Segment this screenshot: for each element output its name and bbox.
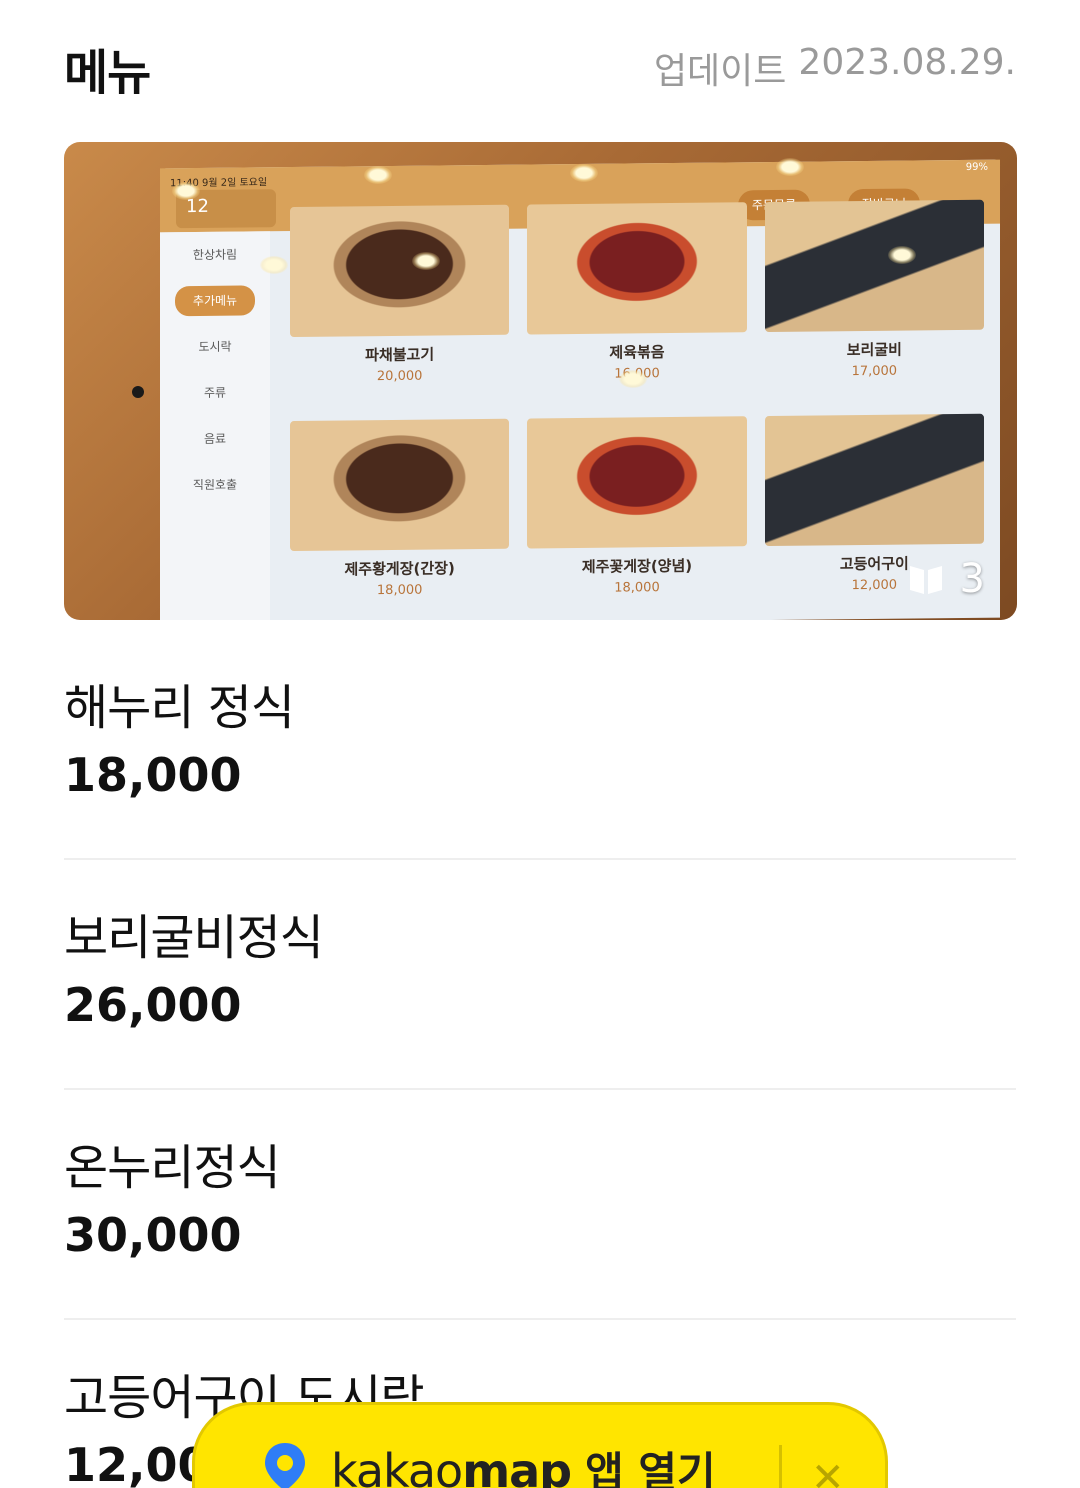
- kakaomap-label: kakaomap 앱 열기: [331, 1439, 716, 1488]
- tablet-category: 직원호출: [192, 477, 238, 493]
- open-app-text: 앱 열기: [585, 1448, 716, 1488]
- light-reflection: [412, 252, 440, 270]
- dish-image: [527, 202, 747, 335]
- dish-name: 제주꽃게장(양념): [581, 556, 693, 576]
- dish-name: 보리굴비: [846, 340, 902, 360]
- dish-name: 제주황게장(간장): [344, 559, 455, 579]
- dish-image: [290, 204, 510, 338]
- tablet-dish: 제주꽃게장(양념) 18,000: [527, 416, 747, 620]
- open-kakaomap-app-button[interactable]: kakaomap 앱 열기 ✕: [192, 1402, 888, 1488]
- tablet-camera: [132, 386, 144, 398]
- light-reflection: [888, 246, 916, 264]
- divider: [779, 1445, 782, 1488]
- menu-header: 메뉴 업데이트 2023.08.29.: [64, 36, 1016, 101]
- dish-image: [290, 418, 510, 552]
- tablet-category-active: 추가메뉴: [160, 277, 270, 324]
- tablet-category: 한상차림: [192, 247, 238, 263]
- light-reflection: [570, 164, 598, 182]
- update-info: 업데이트 2023.08.29.: [654, 42, 1016, 94]
- tablet-battery: 99%: [965, 161, 988, 173]
- menu-item: 보리굴비정식 26,000: [64, 860, 1016, 1090]
- dish-price: 18,000: [376, 582, 423, 599]
- menu-photo[interactable]: 11:40 9월 2일 토요일 12 99% 주문목록 장바구니 한상차림 추가…: [64, 142, 1017, 620]
- tablet-category: 도시락: [198, 339, 232, 354]
- light-reflection: [776, 158, 804, 176]
- tablet-dish: 제주황게장(간장) 18,000: [290, 418, 510, 620]
- dish-price: 18,000: [614, 580, 660, 596]
- page-title: 메뉴: [64, 45, 151, 101]
- dish-image: [764, 199, 984, 333]
- menu-item-name: 보리굴비정식: [64, 910, 324, 966]
- light-reflection: [172, 182, 200, 200]
- tablet-screen: 11:40 9월 2일 토요일 12 99% 주문목록 장바구니 한상차림 추가…: [160, 159, 1000, 620]
- book-icon: [909, 566, 942, 594]
- menu-item-price: 26,000: [64, 978, 242, 1032]
- tablet-dish-grid: 파채불고기 20,000 제육볶음 16,000 보리굴비 17,000 제주황…: [290, 199, 984, 620]
- menu-item: 온누리정식 30,000: [64, 1090, 1016, 1320]
- dish-name: 고등어구이: [839, 554, 909, 574]
- dish-name: 파채불고기: [365, 345, 435, 365]
- menu-list: 해누리 정식 18,000 보리굴비정식 26,000 온누리정식 30,000…: [64, 630, 1016, 1488]
- tablet-dish: 보리굴비 17,000: [764, 199, 984, 406]
- dish-price: 17,000: [851, 363, 898, 380]
- dish-price: 12,000: [851, 577, 898, 594]
- dish-name: 제육볶음: [609, 343, 665, 362]
- update-date: 2023.08.29.: [798, 42, 1016, 83]
- page: 메뉴 업데이트 2023.08.29. 11:40 9월 2일 토요일 12 9…: [0, 0, 1080, 1488]
- kakaomap-brand: kakaomap: [331, 1444, 572, 1488]
- map-pin-icon: [265, 1443, 305, 1488]
- tablet-dish: 파채불고기 20,000: [290, 204, 510, 411]
- light-reflection: [364, 166, 392, 184]
- tablet-category: 주류: [203, 385, 227, 400]
- update-label: 업데이트: [653, 51, 787, 92]
- close-icon[interactable]: ✕: [811, 1455, 845, 1488]
- menu-item-name: 해누리 정식: [64, 680, 295, 736]
- menu-item-price: 30,000: [64, 1208, 242, 1262]
- menu-item: 해누리 정식 18,000: [64, 630, 1016, 860]
- tablet-category: 음료: [203, 431, 227, 446]
- light-reflection: [260, 256, 288, 274]
- dish-image: [527, 416, 747, 549]
- tablet-sidebar: 한상차림 추가메뉴 도시락 주류 음료 직원호출: [160, 231, 270, 620]
- dish-image: [764, 413, 984, 547]
- photo-count: 3: [959, 556, 985, 602]
- menu-item-price: 18,000: [64, 748, 242, 802]
- dish-price: 20,000: [376, 368, 423, 385]
- photo-count-badge: 3: [908, 556, 985, 602]
- light-reflection: [619, 370, 647, 388]
- menu-item-name: 온누리정식: [64, 1140, 281, 1196]
